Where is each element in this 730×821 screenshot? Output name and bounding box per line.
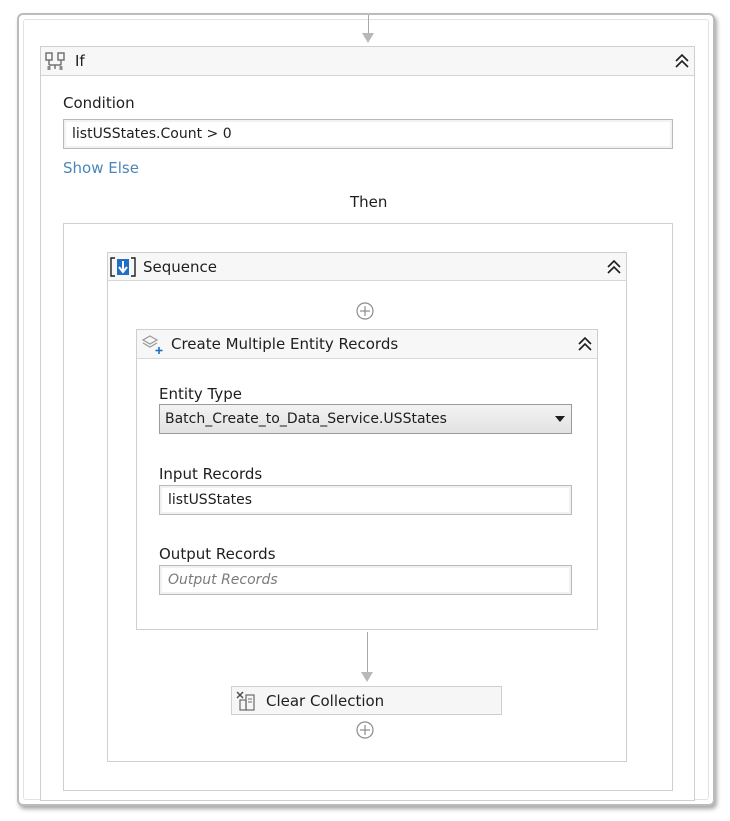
sequence-icon	[110, 256, 136, 278]
input-records-label: Input Records	[159, 465, 263, 483]
clear-collection-activity[interactable]: Clear Collection	[231, 686, 502, 715]
add-activity-bottom-plus-icon[interactable]	[356, 721, 374, 739]
create-entity-records-icon	[140, 333, 164, 355]
add-activity-plus-icon[interactable]	[356, 302, 374, 320]
output-records-label: Output Records	[159, 545, 276, 563]
sequence-collapse-chevron-icon[interactable]	[606, 259, 622, 275]
if-activity-title: If	[75, 52, 85, 70]
then-label: Then	[350, 193, 388, 211]
output-records-placeholder: Output Records	[168, 572, 278, 588]
create-multiple-collapse-chevron-icon[interactable]	[577, 336, 593, 352]
sequence-header[interactable]: Sequence	[108, 253, 626, 281]
input-records-input[interactable]: listUSStates	[159, 485, 572, 515]
output-records-input[interactable]: Output Records	[159, 565, 572, 595]
middle-connector-arrow	[361, 672, 373, 682]
top-connector-line	[368, 15, 369, 35]
entity-type-label: Entity Type	[159, 385, 243, 403]
dropdown-arrow-icon	[555, 416, 565, 422]
sequence-title: Sequence	[143, 258, 217, 276]
condition-label: Condition	[63, 94, 135, 112]
show-else-link[interactable]: Show Else	[63, 159, 139, 177]
entity-type-value: Batch_Create_to_Data_Service.USStates	[165, 411, 447, 427]
entity-type-select[interactable]: Batch_Create_to_Data_Service.USStates	[159, 404, 572, 434]
if-activity-header[interactable]: If	[41, 47, 694, 76]
input-records-value: listUSStates	[168, 492, 253, 508]
middle-connector-line	[367, 632, 368, 674]
condition-input[interactable]: listUSStates.Count > 0	[63, 119, 673, 149]
if-collapse-chevron-icon[interactable]	[674, 53, 690, 69]
clear-collection-icon	[235, 690, 257, 712]
top-connector-arrow	[362, 33, 374, 43]
if-activity-icon	[45, 51, 67, 71]
create-multiple-entity-records-title: Create Multiple Entity Records	[171, 335, 399, 353]
create-multiple-entity-records-header[interactable]: Create Multiple Entity Records	[137, 330, 597, 359]
condition-value: listUSStates.Count > 0	[72, 126, 232, 142]
clear-collection-title: Clear Collection	[266, 692, 385, 710]
